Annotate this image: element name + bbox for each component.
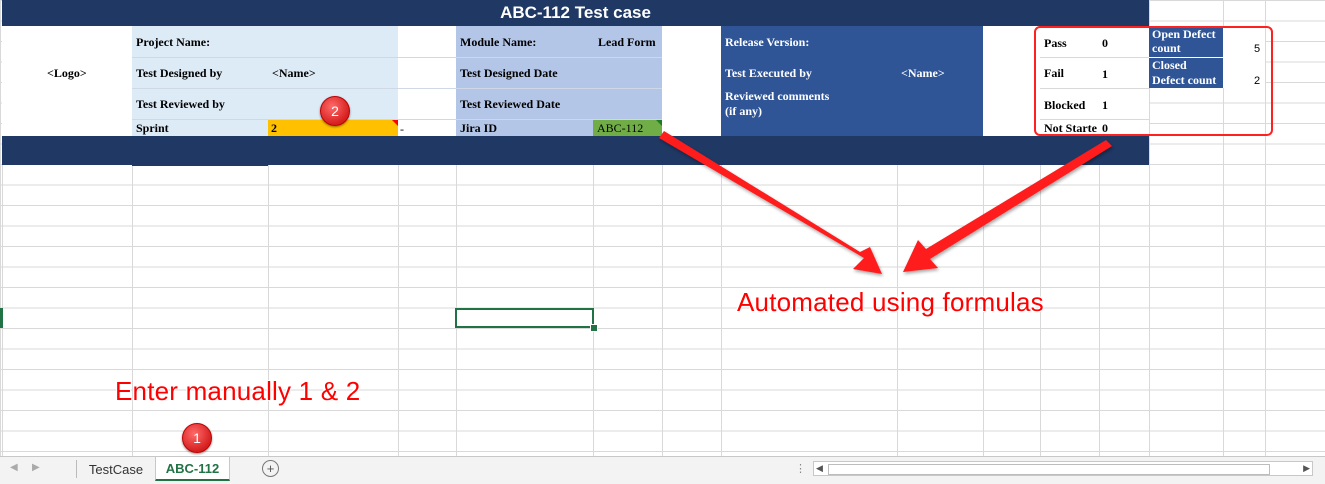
tab-split-handle-icon[interactable]: ⋮ (795, 462, 806, 475)
tab-testcase[interactable]: TestCase (80, 457, 152, 481)
scroll-right-arrow-icon[interactable]: ▶ (1303, 463, 1310, 474)
scrollbar-thumb[interactable] (828, 464, 1270, 475)
scroll-right-icon[interactable]: ▶ (32, 462, 40, 473)
scroll-left-arrow-icon[interactable]: ◀ (816, 463, 823, 474)
sheet-tab-bar: ◀ ▶ TestCase ABC-112 + ⋮ ◀ ▶ (0, 456, 1325, 484)
arrow-right-icon (903, 140, 1112, 272)
scroll-left-icon[interactable]: ◀ (10, 462, 18, 473)
automated-note: Automated using formulas (737, 287, 1044, 317)
tab-abc-112[interactable]: ABC-112 (155, 457, 230, 481)
horizontal-scrollbar[interactable]: ◀ ▶ (813, 461, 1313, 476)
tab-divider (76, 460, 77, 478)
add-sheet-button[interactable]: + (262, 460, 279, 477)
manual-entry-note: Enter manually 1 & 2 (115, 376, 361, 406)
arrow-left-icon (659, 131, 882, 274)
